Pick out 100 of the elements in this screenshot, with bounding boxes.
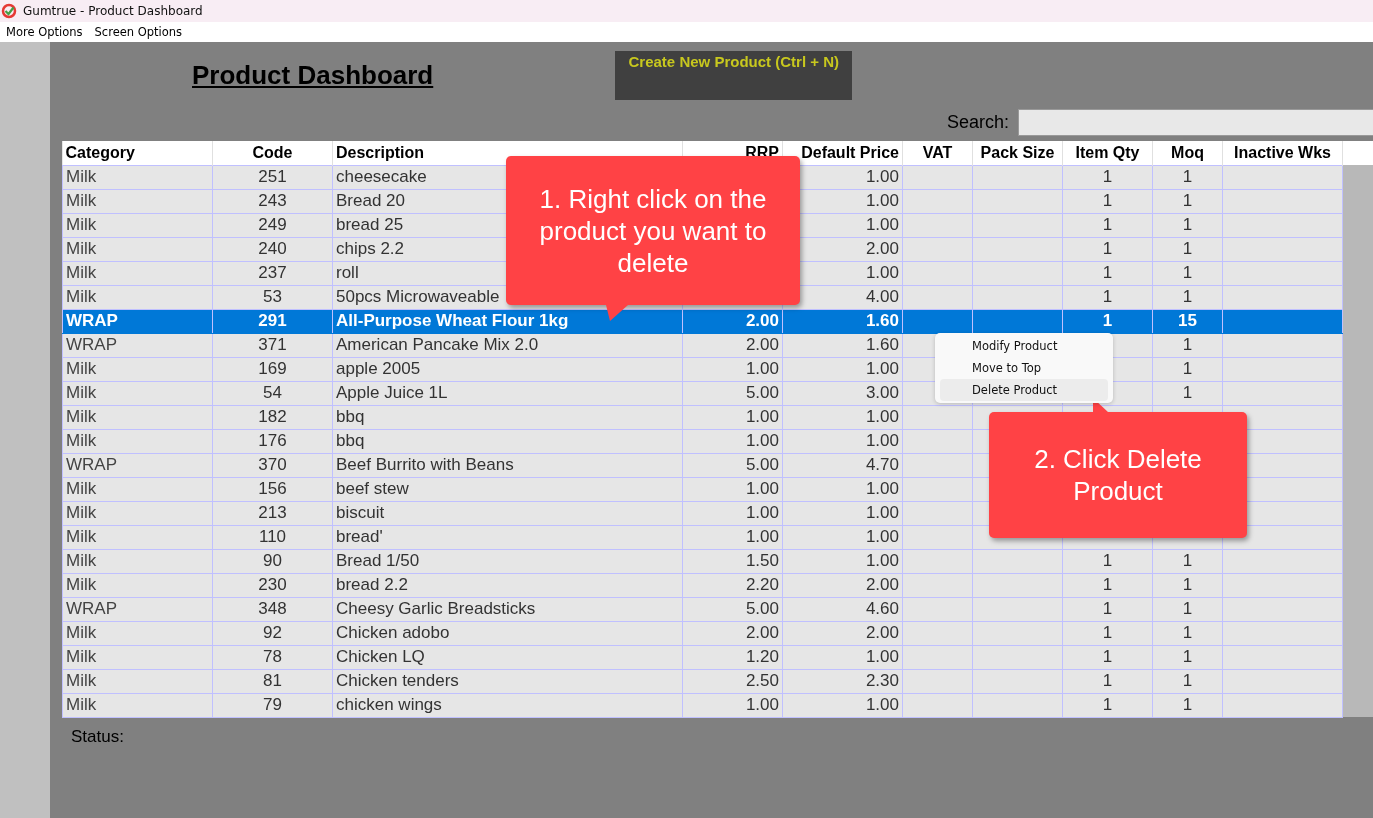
column-header[interactable]: Inactive Wks [1222, 141, 1343, 165]
table-cell: Milk [66, 527, 97, 546]
table-row[interactable]: Milk 230 bread 2.2 2.20 2.00 1 1 [62, 573, 1373, 597]
table-cell: 92 [263, 623, 282, 642]
table-cell: 1 [1182, 191, 1193, 210]
table-cell: 1 [1102, 191, 1113, 210]
table-cell: 1.00 [745, 407, 779, 426]
table-cell: chicken wings [336, 695, 442, 714]
instruction-tooltip: 1. Right click on the product you want to delete [506, 156, 800, 305]
table-cell: 78 [263, 647, 282, 666]
menu-item[interactable]: Screen Options [88, 25, 189, 39]
table-row[interactable]: Milk 92 Chicken adobo 2.00 2.00 1 1 [62, 621, 1373, 645]
table-cell: 1 [1102, 551, 1113, 570]
create-product-button[interactable]: Create New Product (Ctrl + N) [615, 51, 853, 100]
table-cell: cheesecake [336, 167, 427, 186]
table-cell: 5.00 [745, 455, 779, 474]
table-cell: 1.00 [745, 695, 779, 714]
table-row[interactable]: Milk 90 Bread 1/50 1.50 1.00 1 1 [62, 549, 1373, 573]
table-cell: Milk [66, 167, 97, 186]
table-cell: 110 [258, 527, 287, 546]
tooltip-pointer [606, 305, 628, 321]
table-cell: 1.00 [865, 359, 899, 378]
table-cell: Milk [66, 671, 97, 690]
menu-item[interactable]: Move to Top [940, 357, 1108, 379]
table-cell: WRAP [66, 311, 118, 330]
table-cell: Milk [66, 359, 97, 378]
table-cell: 1.50 [745, 551, 779, 570]
table-cell: 249 [258, 215, 287, 234]
table-cell: 1 [1102, 263, 1113, 282]
table-row[interactable]: Milk 79 chicken wings 1.00 1.00 1 1 [62, 693, 1373, 717]
table-cell: 79 [263, 695, 282, 714]
status-label: Status: [71, 727, 124, 746]
table-cell: Milk [66, 263, 97, 282]
table-cell: 1 [1182, 551, 1193, 570]
table-cell: 251 [258, 167, 287, 186]
table-cell: 371 [258, 335, 287, 354]
table-cell: 2.00 [865, 239, 899, 258]
table-cell: Milk [66, 695, 97, 714]
table-cell: Milk [66, 503, 97, 522]
search-field[interactable] [1018, 109, 1373, 136]
table-cell: 243 [258, 191, 287, 210]
table-cell: 1 [1182, 239, 1193, 258]
column-header[interactable]: Default Price [782, 141, 903, 165]
table-row[interactable]: WRAP 291 All-Purpose Wheat Flour 1kg 2.00 1.60 1 15 [62, 309, 1373, 333]
table-cell: 53 [263, 287, 282, 306]
column-header[interactable]: Moq [1152, 141, 1223, 165]
table-cell: bread 25 [336, 215, 404, 234]
table-row[interactable]: Milk 81 Chicken tenders 2.50 2.30 1 1 [62, 669, 1373, 693]
table-cell: 4.00 [865, 287, 899, 306]
table-cell: 1.00 [865, 431, 899, 450]
table-cell: 1.60 [865, 311, 899, 330]
table-cell: 1 [1182, 695, 1193, 714]
table-cell: 1.00 [865, 407, 899, 426]
table-cell: 370 [258, 455, 287, 474]
table-cell: Milk [66, 407, 97, 426]
table-cell: 1 [1102, 215, 1113, 234]
table-cell: 2.00 [865, 575, 899, 594]
table-cell: All-Purpose Wheat Flour 1kg [336, 311, 569, 330]
table-cell: 1 [1102, 311, 1113, 330]
table-cell: 1 [1102, 287, 1113, 306]
table-cell: 1.00 [745, 503, 779, 522]
table-cell: 1 [1182, 383, 1193, 402]
menu-item[interactable]: Modify Product [940, 335, 1108, 357]
table-cell: 1 [1102, 167, 1113, 186]
instruction-tooltip: 2. Click Delete Product [989, 412, 1247, 538]
table-row[interactable]: Milk 78 Chicken LQ 1.20 1.00 1 1 [62, 645, 1373, 669]
table-cell: Milk [66, 623, 97, 642]
table-cell: 1.00 [745, 527, 779, 546]
table-cell: WRAP [66, 335, 117, 354]
table-cell: 2.00 [745, 623, 779, 642]
table-cell: 1 [1182, 359, 1193, 378]
table-cell: 15 [1178, 311, 1197, 330]
menu-item[interactable]: Delete Product [940, 379, 1108, 401]
table-cell: 1.00 [865, 503, 899, 522]
table-cell: Chicken LQ [336, 647, 425, 666]
table-cell: 1.00 [745, 479, 779, 498]
table-cell: 1.00 [865, 167, 899, 186]
table-cell: 176 [258, 431, 287, 450]
column-header[interactable]: Item Qty [1062, 141, 1153, 165]
table-cell: 2.00 [865, 623, 899, 642]
table-cell: 1.00 [865, 263, 899, 282]
table-cell: 156 [258, 479, 287, 498]
column-header[interactable]: Pack Size [972, 141, 1063, 165]
column-header[interactable]: VAT [902, 141, 973, 165]
column-header[interactable]: Code [212, 141, 333, 165]
table-cell: 3.00 [865, 383, 899, 402]
scrollbar[interactable] [1343, 165, 1373, 717]
table-cell: Milk [66, 383, 97, 402]
table-cell: biscuit [336, 503, 385, 522]
table-cell: 4.70 [865, 455, 899, 474]
table-cell: roll [336, 263, 359, 282]
table-cell: 1 [1182, 647, 1193, 666]
table-cell: 213 [258, 503, 287, 522]
column-header[interactable]: Category [62, 141, 213, 165]
table-cell: 1 [1182, 215, 1193, 234]
window-title: Gumtrue - Product Dashboard [23, 4, 203, 18]
table-cell: 1.00 [865, 527, 899, 546]
table-row[interactable]: WRAP 348 Cheesy Garlic Breadsticks 5.00 4.60 1 1 [62, 597, 1373, 621]
table-cell: 4.60 [865, 599, 899, 618]
menu-item[interactable]: More Options [0, 25, 89, 39]
